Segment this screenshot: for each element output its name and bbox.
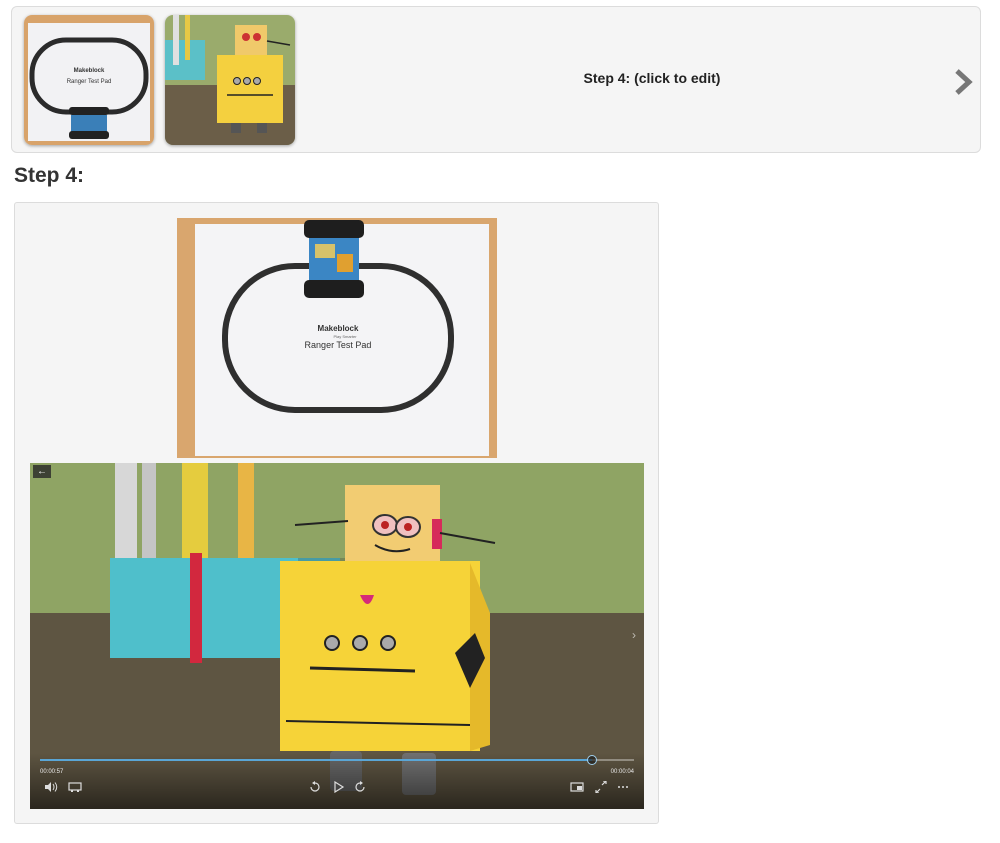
play-icon[interactable] [331,781,345,793]
seek-progress [40,759,593,761]
forward-icon[interactable] [353,781,367,793]
test-pad-thumbnail-image: Makeblock Ranger Test Pad [24,15,154,145]
volume-icon[interactable] [44,781,58,793]
time-remaining: 00:00:04 [610,769,634,775]
pad-tagline: Play Smarter [333,334,357,339]
captions-icon[interactable] [68,781,82,793]
chevron-right-icon[interactable]: › [632,628,636,642]
step-navigator: Makeblock Ranger Test Pad Step 4: (click… [11,6,981,153]
fullscreen-icon[interactable] [594,781,608,793]
test-pad-photo[interactable]: Makeblock Play Smarter Ranger Test Pad [177,218,497,458]
chevron-right-icon[interactable] [952,67,976,97]
seek-bar[interactable] [40,755,634,765]
video-player[interactable]: ← › 00:00:57 00:00:04 [30,463,644,809]
step-thumbnail-robot[interactable] [165,15,295,145]
step-heading: Step 4: [14,164,85,187]
seek-handle[interactable] [587,755,598,765]
pad-label: Ranger Test Pad [305,340,372,350]
thumb-pad-brand: Makeblock [74,68,105,74]
step-thumbnail-test-pad[interactable]: Makeblock Ranger Test Pad [24,15,154,145]
robot-thumbnail-image [165,15,295,145]
pad-brand: Makeblock [318,324,359,333]
back-arrow-icon[interactable]: ← [33,465,51,478]
time-elapsed: 00:00:57 [40,769,64,775]
picture-in-picture-icon[interactable] [570,781,584,793]
thumb-pad-label: Ranger Test Pad [67,79,112,85]
step-title-edit[interactable]: Step 4: (click to edit) [572,70,732,86]
more-icon[interactable] [616,781,630,793]
video-controls: 00:00:57 00:00:04 [30,753,644,809]
rewind-icon[interactable] [308,781,322,793]
step-content: Makeblock Play Smarter Ranger Test Pad ←… [14,202,659,824]
